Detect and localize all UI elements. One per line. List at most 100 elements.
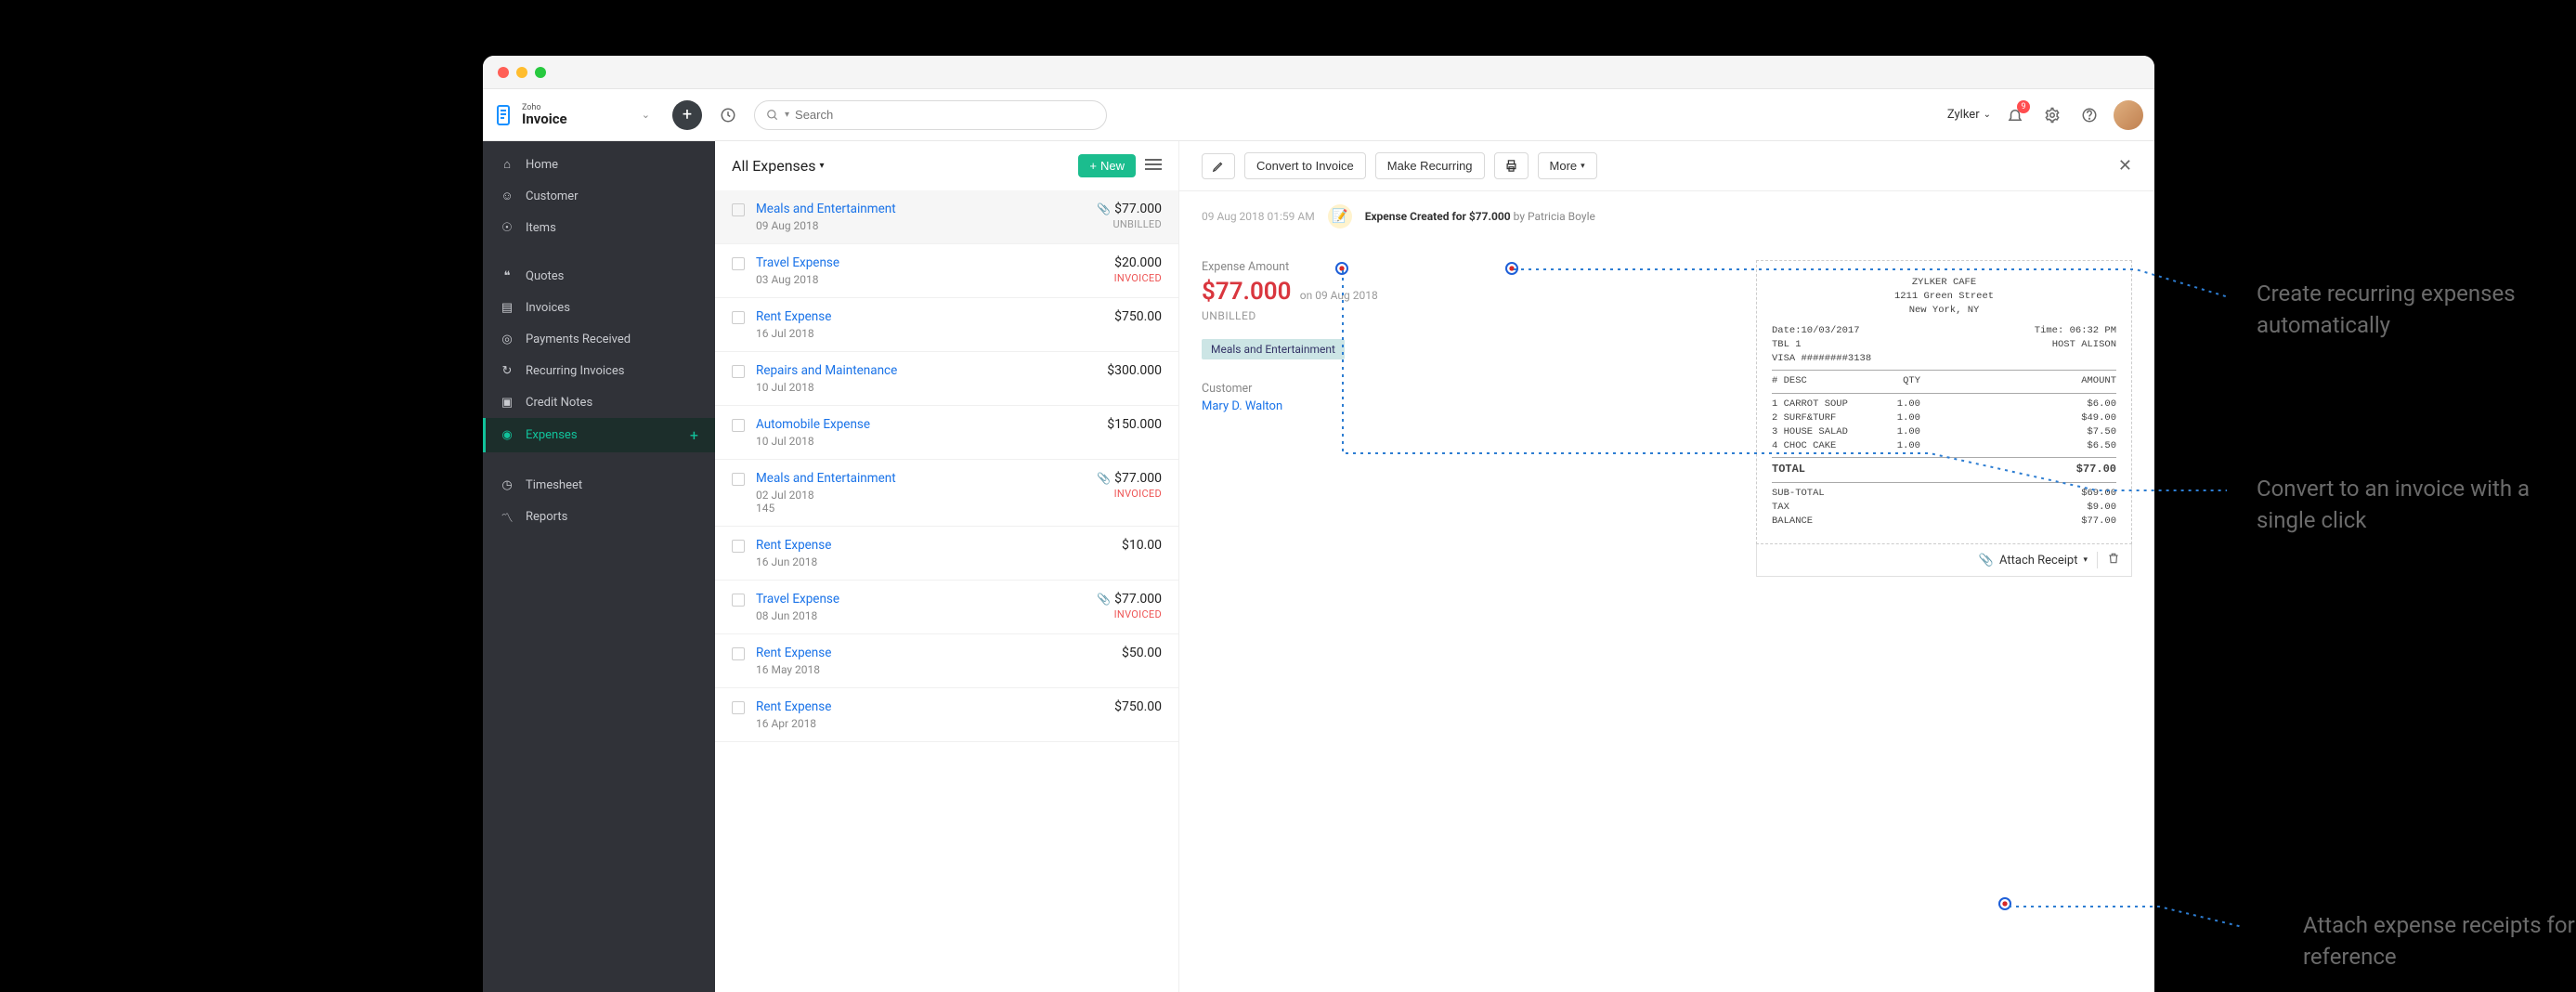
search-input[interactable]	[795, 108, 1095, 122]
row-checkbox[interactable]	[732, 701, 745, 714]
annotation-marker	[1505, 262, 1518, 275]
add-expense-icon[interactable]: +	[690, 426, 698, 444]
row-checkbox[interactable]	[732, 419, 745, 432]
sidebar-item-home[interactable]: ⌂Home	[483, 149, 715, 180]
app-logo[interactable]: Zoho Invoice ⌄	[494, 104, 661, 126]
list-options-button[interactable]	[1145, 158, 1162, 175]
expense-row[interactable]: Rent Expense16 Apr 2018$750.00	[715, 688, 1178, 742]
attachment-icon: 📎	[1097, 593, 1111, 606]
org-switcher[interactable]: Zylker ⌄	[1947, 108, 1991, 122]
row-checkbox[interactable]	[732, 647, 745, 660]
expense-amount: $300.000	[1107, 363, 1162, 378]
customer-link[interactable]: Mary D. Walton	[1202, 399, 1728, 413]
expense-amount: $10.00	[1122, 538, 1162, 553]
expense-amount: $150.000	[1107, 417, 1162, 432]
expense-title: Rent Expense	[756, 699, 1103, 714]
sidebar-item-items[interactable]: ☉Items	[483, 212, 715, 243]
search-scope-dropdown-icon[interactable]: ▾	[785, 110, 789, 120]
bag-icon: ☉	[500, 220, 514, 235]
print-button[interactable]	[1494, 152, 1529, 179]
expense-list[interactable]: Meals and Entertainment09 Aug 2018📎$77.0…	[715, 190, 1178, 992]
topbar: Zoho Invoice ⌄ + ▾ Zylker ⌄ 9	[483, 89, 2154, 141]
expense-date: 16 Jun 2018	[756, 555, 1111, 568]
row-checkbox[interactable]	[732, 594, 745, 607]
expense-date: 10 Jul 2018	[756, 435, 1096, 448]
minimize-window-icon[interactable]	[516, 67, 527, 78]
expense-status: INVOICED	[1114, 272, 1162, 284]
user-icon: ☺	[500, 189, 514, 203]
edit-button[interactable]	[1202, 153, 1235, 179]
notification-badge: 9	[2017, 100, 2030, 113]
chevron-down-icon: ⌄	[642, 109, 650, 121]
make-recurring-button[interactable]: Make Recurring	[1375, 152, 1485, 179]
invoice-icon: ▤	[500, 300, 514, 315]
sidebar-item-payments[interactable]: ◎Payments Received	[483, 323, 715, 355]
clock-icon: ◷	[500, 477, 514, 492]
expense-status: UNBILLED	[1097, 218, 1162, 230]
sidebar-item-customer[interactable]: ☺Customer	[483, 180, 715, 212]
help-button[interactable]	[2076, 102, 2102, 128]
attachment-icon: 📎	[1097, 472, 1111, 485]
list-header: All Expenses ▾ + New	[715, 141, 1178, 190]
expense-row[interactable]: Meals and Entertainment02 Jul 2018145📎$7…	[715, 460, 1178, 527]
app-window: Zoho Invoice ⌄ + ▾ Zylker ⌄ 9	[483, 56, 2154, 992]
new-expense-button[interactable]: + New	[1078, 154, 1136, 177]
paperclip-icon: 📎	[1979, 554, 1994, 568]
settings-button[interactable]	[2039, 102, 2065, 128]
caret-down-icon: ▾	[820, 161, 825, 171]
pencil-icon	[1212, 160, 1225, 173]
expense-amount: $77.000	[1202, 278, 1292, 306]
expense-extra: 145	[756, 502, 1086, 515]
recurring-icon: ↻	[500, 363, 514, 378]
note-icon: 📝	[1328, 204, 1352, 228]
annotation-marker	[1998, 897, 2011, 910]
convert-to-invoice-button[interactable]: Convert to Invoice	[1244, 152, 1366, 179]
sidebar-item-credit-notes[interactable]: ▣Credit Notes	[483, 386, 715, 418]
sidebar-item-reports[interactable]: 〽Reports	[483, 501, 715, 532]
expense-row[interactable]: Rent Expense16 Jul 2018$750.00	[715, 298, 1178, 352]
expense-row[interactable]: Meals and Entertainment09 Aug 2018📎$77.0…	[715, 190, 1178, 244]
attach-receipt-button[interactable]: 📎 Attach Receipt ▾	[1979, 554, 2088, 568]
sidebar-item-quotes[interactable]: ❝Quotes	[483, 260, 715, 292]
expense-status: INVOICED	[1097, 608, 1162, 620]
close-window-icon[interactable]	[498, 67, 509, 78]
row-checkbox[interactable]	[732, 311, 745, 324]
expense-date: 16 May 2018	[756, 663, 1111, 676]
list-filter-dropdown[interactable]: All Expenses ▾	[732, 157, 1069, 175]
sidebar-item-invoices[interactable]: ▤Invoices	[483, 292, 715, 323]
expense-row[interactable]: Travel Expense08 Jun 2018📎$77.000INVOICE…	[715, 581, 1178, 634]
expense-row[interactable]: Rent Expense16 May 2018$50.00	[715, 634, 1178, 688]
search-box[interactable]: ▾	[754, 100, 1107, 130]
delete-receipt-button[interactable]	[2107, 552, 2120, 568]
sidebar-item-recurring[interactable]: ↻Recurring Invoices	[483, 355, 715, 386]
sidebar-item-expenses[interactable]: ◉Expenses+	[483, 418, 715, 452]
expense-title: Travel Expense	[756, 592, 1086, 607]
notifications-button[interactable]: 9	[2002, 102, 2028, 128]
user-avatar[interactable]	[2114, 100, 2143, 130]
expense-date: 03 Aug 2018	[756, 273, 1103, 286]
more-actions-button[interactable]: More ▾	[1538, 152, 1597, 179]
receipt-section: ZYLKER CAFE 1211 Green Street New York, …	[1756, 260, 2132, 577]
row-checkbox[interactable]	[732, 540, 745, 553]
expense-row[interactable]: Rent Expense16 Jun 2018$10.00	[715, 527, 1178, 581]
recent-activity-button[interactable]	[713, 100, 743, 130]
row-checkbox[interactable]	[732, 203, 745, 216]
close-detail-button[interactable]: ✕	[2118, 156, 2132, 176]
expense-row[interactable]: Repairs and Maintenance10 Jul 2018$300.0…	[715, 352, 1178, 406]
expense-title: Meals and Entertainment	[756, 202, 1086, 216]
expense-row[interactable]: Travel Expense03 Aug 2018$20.000INVOICED	[715, 244, 1178, 298]
sidebar-item-timesheet[interactable]: ◷Timesheet	[483, 469, 715, 501]
payment-icon: ◎	[500, 332, 514, 346]
home-icon: ⌂	[500, 157, 514, 172]
annotation-callout-convert: Convert to an invoice with a single clic…	[2257, 474, 2576, 536]
row-checkbox[interactable]	[732, 365, 745, 378]
chart-icon: 〽	[500, 509, 514, 524]
maximize-window-icon[interactable]	[535, 67, 546, 78]
expense-title: Rent Expense	[756, 309, 1103, 324]
expense-amount: $750.00	[1114, 309, 1162, 324]
expense-amount: 📎$77.000	[1097, 592, 1162, 607]
quick-create-button[interactable]: +	[672, 100, 702, 130]
row-checkbox[interactable]	[732, 473, 745, 486]
expense-row[interactable]: Automobile Expense10 Jul 2018$150.000	[715, 406, 1178, 460]
row-checkbox[interactable]	[732, 257, 745, 270]
